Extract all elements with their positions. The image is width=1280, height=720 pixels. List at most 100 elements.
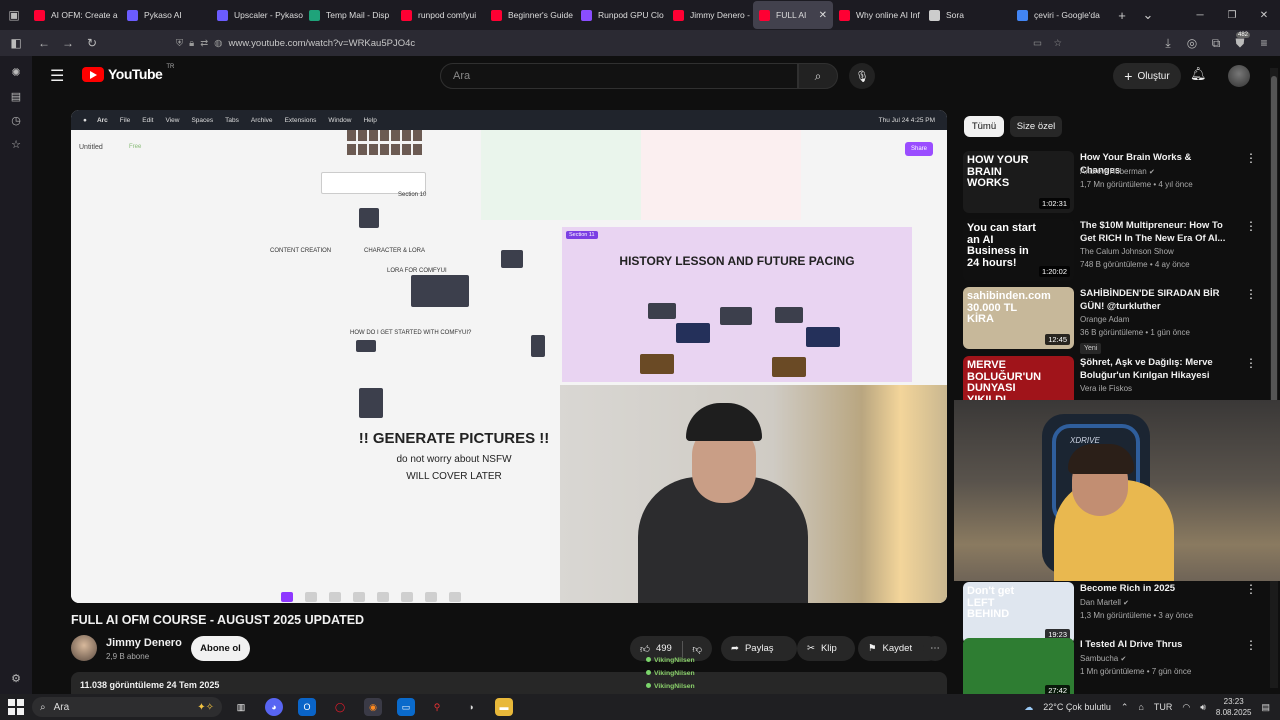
browser-tab[interactable]: runpod comfyui [395,1,485,29]
recommendation-channel[interactable]: The Calum Johnson Show [1080,247,1174,256]
recommendation-card[interactable]: 27:42 I Tested AI Drive Thrus Sambucha ✔ 1 … [963,638,1263,694]
new-tab-button[interactable]: + [1109,8,1135,23]
account-icon[interactable]: ◎ [1180,31,1204,55]
close-window-button[interactable]: ✕ [1248,0,1280,30]
recommendation-thumbnail[interactable]: sahibinden.com 30.000 TL KİRA 12:45 [963,287,1074,349]
minimize-button[interactable]: ─ [1184,0,1216,30]
history-icon[interactable]: ◷ [0,108,32,132]
recommendation-card[interactable]: HOW YOUR BRAIN WORKS 1:02:31 How Your Brai… [963,151,1263,213]
recommendation-channel[interactable]: Vera ile Fiskos [1080,384,1132,393]
recommendation-thumbnail[interactable]: You can start an AI Business in 24 hours… [963,219,1074,281]
recommendation-thumbnail[interactable]: Don't get LEFT BEHIND 19:23 [963,582,1074,644]
more-options-icon[interactable]: ⋮ [1245,356,1257,370]
video-player[interactable]: ● Arc File Edit View Spaces Tabs Archive Extens… [71,110,947,603]
chip-all[interactable]: Tümü [964,116,1004,137]
close-tab-icon[interactable]: ✕ [819,10,827,21]
discord-icon[interactable]: ◕ [265,698,283,716]
youtube-logo[interactable]: YouTube TR [82,64,174,82]
recommendation-title[interactable]: Şöhret, Aşk ve Dağılış: Merve Boluğur'un… [1080,356,1228,382]
recommendation-channel[interactable]: Orange Adam [1080,315,1129,324]
channel-name[interactable]: Jimmy Denero [106,637,182,649]
maps-pin-icon[interactable]: ⚲ [428,698,446,716]
input-language[interactable]: TUR [1154,702,1173,712]
recommendation-title[interactable]: The $10M Multipreneur: How To Get RICH I… [1080,219,1228,245]
browser-tab[interactable]: Beginner's Guide [485,1,575,29]
search-input[interactable]: Ara [440,63,798,89]
url-text[interactable]: www.youtube.com/watch?v=WRKau5PJO4c [228,38,415,49]
like-icon[interactable]: 👍︎ [640,643,650,655]
recommendation-channel[interactable]: Dan Martell ✔ [1080,598,1129,607]
browser-tab[interactable]: Temp Mail - Disp [303,1,395,29]
page-scrollbar[interactable] [1270,68,1278,688]
browser-tab[interactable]: AI OFM: Create a [28,1,121,29]
app-menu-icon[interactable]: ≡ [1252,31,1276,55]
create-button[interactable]: + Oluştur [1113,63,1181,89]
recommendation-title[interactable]: I Tested AI Drive Thrus [1080,638,1228,651]
browser-tab[interactable]: Pykaso AI [121,1,211,29]
recommendation-channel[interactable]: Andrew Huberman ✔ [1080,167,1155,176]
list-all-tabs-button[interactable]: ⌄ [1135,7,1161,23]
recommendation-card[interactable]: Don't get LEFT BEHIND 19:23 Become Rich in… [963,582,1263,644]
more-options-icon[interactable]: ⋮ [1245,638,1257,652]
recommendation-title[interactable]: Become Rich in 2025 [1080,582,1228,595]
ublock-icon[interactable]: ⛊ 482 [1228,31,1252,55]
opera-icon[interactable]: ◯ [331,698,349,716]
recommendation-title[interactable]: SAHİBİNDEN'DE SIRADAN BİR GÜN! @turkluth… [1080,287,1228,313]
more-options-icon[interactable]: ⋮ [1245,151,1257,165]
browser-tab[interactable]: çeviri - Google'da [1011,1,1109,29]
browser-tab[interactable]: Jimmy Denero - [667,1,753,29]
clock[interactable]: 23:23 8.08.2025 [1216,696,1252,718]
volume-icon[interactable]: 🔊︎ [1200,702,1206,713]
tab-overview-icon[interactable]: ▣ [0,0,28,30]
more-actions-button[interactable]: ⋯ [923,636,947,661]
dislike-icon[interactable]: 👎︎ [692,643,702,655]
start-button[interactable] [8,699,24,715]
like-count[interactable]: 499 [656,643,672,654]
permissions-icon[interactable]: ⇄ [200,38,208,49]
ai-chatbot-icon[interactable]: ✺ [0,60,32,84]
outlook-icon[interactable]: O [298,698,316,716]
browser-tab[interactable]: Runpod GPU Clo [575,1,667,29]
chip-for-you[interactable]: Size özel [1010,116,1062,137]
browser-tab[interactable]: FULL AI ✕ [753,1,833,29]
voice-search-button[interactable]: 🎙︎ [849,63,875,89]
network-icon[interactable]: ⌂ [1138,702,1143,712]
search-button[interactable]: ⌕ [798,63,838,89]
task-view-icon[interactable]: ▥ [232,698,250,716]
maximize-button[interactable]: ❐ [1216,0,1248,30]
firefox-icon[interactable]: ◉ [364,698,382,716]
recommendation-channel[interactable]: Sambucha ✔ [1080,654,1126,663]
bookmark-star-icon[interactable]: ☆ [1053,38,1062,49]
weather-text[interactable]: 22°C Çok bulutlu [1043,702,1111,712]
more-options-icon[interactable]: ⋮ [1245,582,1257,596]
downloads-icon[interactable]: ⤓ [1156,31,1180,55]
bookmarks-icon[interactable]: ☆ [0,132,32,156]
browser-tab[interactable]: Sora [923,1,1011,29]
lock-icon[interactable]: 🔒︎ [189,38,194,49]
subscribe-button[interactable]: Abone ol [191,636,250,661]
browser-tab[interactable]: Upscaler - Pykaso [211,1,303,29]
notifications-icon[interactable]: ▤ [1261,702,1270,713]
recommendation-thumbnail[interactable]: 27:42 [963,638,1074,694]
recommendation-card[interactable]: sahibinden.com 30.000 TL KİRA 12:45 SAHİBİ… [963,287,1263,354]
account-avatar[interactable] [1228,65,1250,87]
shield-icon[interactable]: ⛨ [176,38,183,49]
more-options-icon[interactable]: ⋮ [1245,219,1257,233]
forward-button[interactable]: → [56,31,80,55]
obs-icon[interactable]: ◑ [462,698,480,716]
browser-tab[interactable]: Why online AI Inf [833,1,923,29]
camera-permission-icon[interactable]: ◍ [214,38,222,49]
wifi-icon[interactable]: ◠ [1182,702,1190,713]
back-button[interactable]: ← [32,31,56,55]
recommendation-thumbnail[interactable]: HOW YOUR BRAIN WORKS 1:02:31 [963,151,1074,213]
sidebar-settings-icon[interactable]: ⚙ [0,666,32,690]
file-explorer-icon[interactable]: ▬ [495,698,513,716]
guide-menu-icon[interactable]: ☰ [50,66,64,86]
channel-avatar[interactable] [71,635,97,661]
notifications-bell-icon[interactable]: 🔔︎ [1190,66,1207,82]
extensions-icon[interactable]: ⧉ [1204,31,1228,55]
synced-tabs-icon[interactable]: ▤ [0,84,32,108]
sidebar-toggle-icon[interactable]: ◧ [4,31,28,55]
taskbar-search[interactable]: ⌕ Ara ✦✧ [32,697,222,717]
picture-in-picture-icon[interactable]: ▭ [1033,38,1042,49]
